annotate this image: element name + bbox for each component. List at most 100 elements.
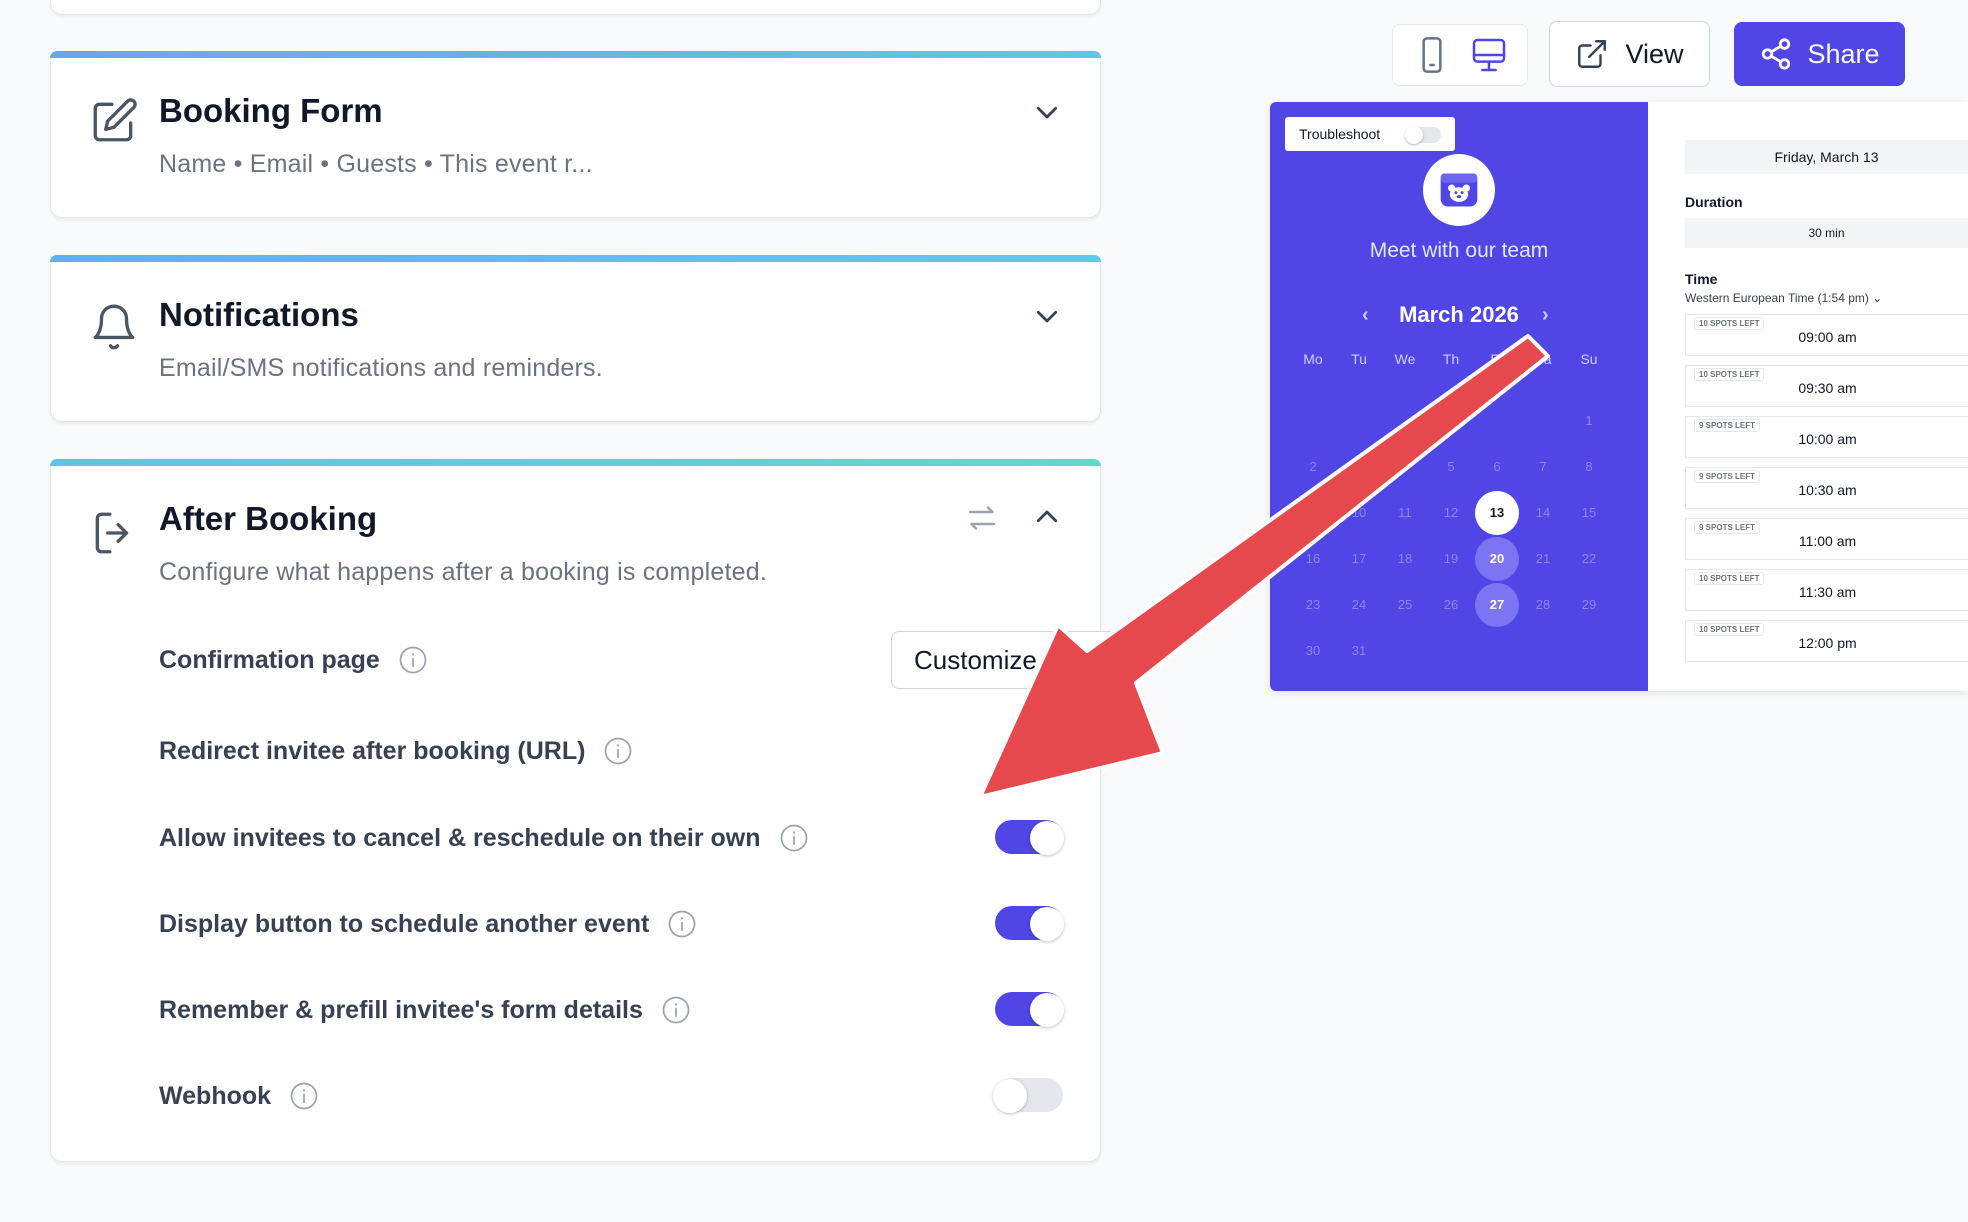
after-booking-subtitle: Configure what happens after a booking i… [159, 558, 767, 586]
timezone-select[interactable]: Western European Time (1:54 pm) ⌄ [1685, 291, 1882, 305]
calendar-day[interactable]: 29 [1567, 583, 1611, 627]
calendar-day[interactable]: 20 [1475, 537, 1519, 581]
duration-value[interactable]: 30 min [1685, 218, 1968, 248]
time-slot[interactable]: 9 SPOTS LEFT 10:00 am [1685, 416, 1968, 458]
share-label: Share [1807, 38, 1880, 69]
booking-form-card[interactable]: Booking Form Name • Email • Guests • Thi… [50, 51, 1101, 218]
calendar-day[interactable]: 2 [1291, 445, 1335, 489]
time-slot[interactable]: 10 SPOTS LEFT 11:30 am [1685, 569, 1968, 611]
duration-label: Duration [1685, 194, 1743, 210]
prefill-form-toggle[interactable] [995, 992, 1064, 1027]
info-icon[interactable] [661, 995, 691, 1025]
calendar-day[interactable]: 11 [1383, 491, 1427, 535]
calendar-day[interactable]: 17 [1337, 537, 1381, 581]
chevron-right-icon[interactable]: › [1542, 304, 1549, 327]
setting-label: Redirect invitee after booking (URL) [159, 736, 586, 765]
share-button[interactable]: Share [1734, 22, 1905, 86]
setting-label: Remember & prefill invitee's form detail… [159, 995, 643, 1024]
calendar-day[interactable]: 19 [1429, 537, 1473, 581]
info-icon[interactable] [603, 736, 633, 766]
troubleshoot-switch[interactable] [1405, 126, 1441, 144]
calendar-day[interactable]: 3 [1337, 445, 1381, 489]
after-booking-title: After Booking [159, 500, 378, 537]
month-navigation: ‹ March 2026 › [1270, 302, 1648, 328]
month-label: March 2026 [1399, 302, 1519, 327]
exit-icon [95, 512, 129, 554]
slot-time: 10:00 am [1798, 431, 1857, 447]
calendar-day[interactable]: 18 [1383, 537, 1427, 581]
edit-icon [93, 98, 137, 142]
calendar-day[interactable]: 25 [1383, 583, 1427, 627]
calendar-day[interactable]: 5 [1429, 445, 1473, 489]
calendar-day[interactable]: 21 [1521, 537, 1565, 581]
setting-webhook: Webhook [159, 1076, 319, 1116]
weekday-label: Fr [1490, 351, 1504, 367]
card-accent [50, 255, 1101, 262]
chevron-up-icon[interactable] [1032, 502, 1062, 532]
chevron-down-icon[interactable] [1032, 301, 1062, 331]
mobile-icon[interactable] [1412, 35, 1452, 75]
webhook-toggle[interactable] [993, 1078, 1063, 1113]
time-slot[interactable]: 10 SPOTS LEFT 12:00 pm [1685, 620, 1968, 662]
calendar-day[interactable]: 31 [1337, 629, 1381, 673]
time-slot[interactable]: 9 SPOTS LEFT 11:00 am [1685, 518, 1968, 560]
calendar-day[interactable]: 1 [1567, 399, 1611, 443]
toggle-knob [1030, 821, 1064, 855]
toggle-knob [993, 1079, 1027, 1113]
calendar-day[interactable]: 7 [1521, 445, 1565, 489]
calendar-day[interactable]: 6 [1475, 445, 1519, 489]
calendar-day[interactable]: 27 [1475, 583, 1519, 627]
setting-cancel-reschedule: Allow invitees to cancel & reschedule on… [159, 818, 809, 858]
bear-icon [1440, 173, 1478, 207]
chevron-down-icon: ⌄ [1872, 291, 1883, 305]
slot-time: 09:30 am [1798, 380, 1857, 396]
calendar-day[interactable]: 9 [1291, 491, 1335, 535]
setting-confirmation-page: Confirmation page [159, 640, 428, 680]
chevron-down-icon[interactable] [1032, 97, 1062, 127]
external-link-icon [1578, 40, 1607, 68]
cancel-reschedule-toggle[interactable] [995, 820, 1064, 855]
view-label: View [1625, 38, 1684, 69]
customize-button[interactable]: Customize [891, 631, 1131, 689]
info-icon[interactable] [398, 645, 428, 675]
preview-calendar-panel: Troubleshoot Meet with our team ‹ March … [1270, 102, 1648, 691]
calendar-day[interactable]: 24 [1337, 583, 1381, 627]
swap-icon[interactable] [964, 500, 1000, 536]
setting-redirect-url: Redirect invitee after booking (URL) [159, 731, 633, 771]
booking-form-subtitle: Name • Email • Guests • This event r... [159, 150, 593, 178]
time-slot[interactable]: 10 SPOTS LEFT 09:00 am [1685, 314, 1968, 356]
calendar-day[interactable]: 15 [1567, 491, 1611, 535]
time-slot[interactable]: 10 SPOTS LEFT 09:30 am [1685, 365, 1968, 407]
desktop-icon[interactable] [1469, 35, 1509, 75]
info-icon[interactable] [779, 823, 809, 853]
team-avatar [1423, 154, 1495, 226]
calendar-day[interactable]: 14 [1521, 491, 1565, 535]
calendar-day[interactable]: 13 [1475, 491, 1519, 535]
calendar-day[interactable]: 10 [1337, 491, 1381, 535]
weekday-label: Mo [1303, 351, 1323, 367]
notifications-card[interactable]: Notifications Email/SMS notifications an… [50, 255, 1101, 422]
calendar-day[interactable]: 8 [1567, 445, 1611, 489]
booking-form-title: Booking Form [159, 92, 383, 129]
time-slot[interactable]: 9 SPOTS LEFT 10:30 am [1685, 467, 1968, 509]
calendar-day[interactable]: 16 [1291, 537, 1335, 581]
calendar-day[interactable]: 30 [1291, 629, 1335, 673]
schedule-another-toggle[interactable] [995, 906, 1064, 941]
troubleshoot-toggle[interactable]: Troubleshoot [1285, 117, 1455, 151]
notifications-subtitle: Email/SMS notifications and reminders. [159, 354, 603, 382]
calendar-day[interactable]: 22 [1567, 537, 1611, 581]
calendar-day[interactable]: 28 [1521, 583, 1565, 627]
time-label: Time [1685, 271, 1718, 287]
calendar-day[interactable]: 4 [1383, 445, 1427, 489]
info-icon[interactable] [289, 1081, 319, 1111]
calendar-day[interactable]: 26 [1429, 583, 1473, 627]
info-icon[interactable] [667, 909, 697, 939]
team-title: Meet with our team [1369, 239, 1549, 262]
view-button[interactable]: View [1549, 21, 1710, 87]
setting-prefill-form: Remember & prefill invitee's form detail… [159, 990, 691, 1030]
chevron-left-icon[interactable]: ‹ [1362, 304, 1369, 327]
previous-card [50, 0, 1101, 15]
calendar-day[interactable]: 23 [1291, 583, 1335, 627]
calendar-day[interactable]: 12 [1429, 491, 1473, 535]
after-booking-card: After Booking Configure what happens aft… [50, 459, 1131, 1162]
